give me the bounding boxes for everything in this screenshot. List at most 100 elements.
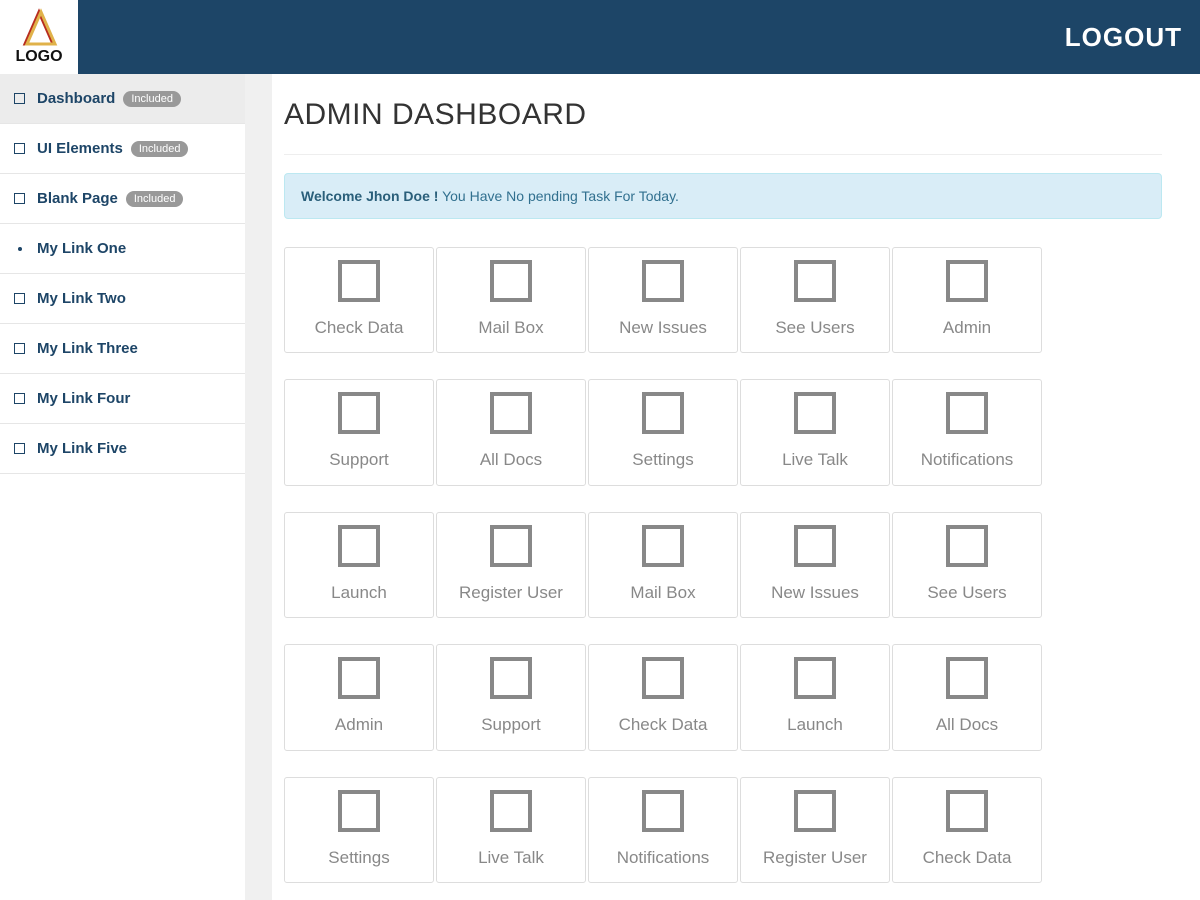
sidebar-item-my-link-five[interactable]: My Link Five (0, 424, 245, 474)
card-support[interactable]: Support (436, 644, 586, 750)
card-label: Notifications (617, 848, 710, 868)
card-label: Launch (331, 583, 387, 603)
card-all-docs[interactable]: All Docs (436, 379, 586, 485)
square-icon (794, 657, 836, 699)
sidebar-item-my-link-one[interactable]: My Link One (0, 224, 245, 274)
square-icon (338, 657, 380, 699)
card-check-data[interactable]: Check Data (588, 644, 738, 750)
card-grid: Check Data Mail Box New Issues See Users Adm… (284, 247, 1162, 900)
welcome-alert: Welcome Jhon Doe ! You Have No pending T… (284, 173, 1162, 219)
card-all-docs[interactable]: All Docs (892, 644, 1042, 750)
square-icon (642, 657, 684, 699)
sidebar-badge: Included (123, 91, 181, 107)
logo-text: LOGO (15, 48, 62, 66)
square-icon (14, 393, 25, 404)
card-label: Notifications (921, 450, 1014, 470)
card-label: Support (481, 715, 541, 735)
sidebar-badge: Included (131, 141, 189, 157)
square-icon (794, 525, 836, 567)
sidebar-item-blank-page[interactable]: Blank Page Included (0, 174, 245, 224)
card-support[interactable]: Support (284, 379, 434, 485)
card-see-users[interactable]: See Users (740, 247, 890, 353)
card-label: Settings (328, 848, 389, 868)
card-label: New Issues (771, 583, 859, 603)
square-icon (642, 260, 684, 302)
square-icon (14, 443, 25, 454)
sidebar-item-label: My Link Four (37, 390, 130, 407)
card-notifications[interactable]: Notifications (892, 379, 1042, 485)
square-icon (794, 392, 836, 434)
square-icon (642, 392, 684, 434)
card-check-data[interactable]: Check Data (892, 777, 1042, 883)
card-register-user[interactable]: Register User (740, 777, 890, 883)
square-icon (794, 790, 836, 832)
card-launch[interactable]: Launch (740, 644, 890, 750)
card-settings[interactable]: Settings (284, 777, 434, 883)
card-see-users[interactable]: See Users (892, 512, 1042, 618)
square-icon (490, 392, 532, 434)
square-icon (338, 790, 380, 832)
square-icon (490, 260, 532, 302)
card-label: Mail Box (630, 583, 695, 603)
card-label: Live Talk (478, 848, 544, 868)
sidebar-item-dashboard[interactable]: Dashboard Included (0, 74, 245, 124)
sidebar-item-my-link-four[interactable]: My Link Four (0, 374, 245, 424)
logo-icon (19, 8, 59, 48)
alert-text: You Have No pending Task For Today. (438, 188, 679, 204)
card-launch[interactable]: Launch (284, 512, 434, 618)
sidebar-badge: Included (126, 191, 184, 207)
card-label: Check Data (315, 318, 404, 338)
card-mail-box[interactable]: Mail Box (588, 512, 738, 618)
sidebar-item-label: My Link Three (37, 340, 138, 357)
card-label: Admin (943, 318, 991, 338)
square-icon (946, 392, 988, 434)
square-icon (338, 260, 380, 302)
card-live-talk[interactable]: Live Talk (740, 379, 890, 485)
card-label: Live Talk (782, 450, 848, 470)
card-label: Register User (459, 583, 563, 603)
card-check-data[interactable]: Check Data (284, 247, 434, 353)
square-icon (946, 525, 988, 567)
sidebar-item-my-link-two[interactable]: My Link Two (0, 274, 245, 324)
card-label: Check Data (619, 715, 708, 735)
card-mail-box[interactable]: Mail Box (436, 247, 586, 353)
card-label: Register User (763, 848, 867, 868)
card-notifications[interactable]: Notifications (588, 777, 738, 883)
card-admin[interactable]: Admin (284, 644, 434, 750)
logout-link[interactable]: LOGOUT (1065, 22, 1182, 53)
square-icon (794, 260, 836, 302)
card-label: Settings (632, 450, 693, 470)
sidebar-item-label: My Link One (37, 240, 126, 257)
card-label: Launch (787, 715, 843, 735)
sidebar-item-ui-elements[interactable]: UI ElementsIncluded (0, 124, 245, 174)
sidebar-item-label: Dashboard (37, 90, 115, 107)
logo[interactable]: LOGO (0, 0, 78, 74)
square-icon (946, 790, 988, 832)
card-label: Support (329, 450, 389, 470)
card-new-issues[interactable]: New Issues (588, 247, 738, 353)
square-icon (642, 790, 684, 832)
divider (284, 154, 1162, 155)
card-settings[interactable]: Settings (588, 379, 738, 485)
card-label: All Docs (480, 450, 542, 470)
topbar: LOGO LOGOUT (0, 0, 1200, 74)
square-icon (14, 93, 25, 104)
card-live-talk[interactable]: Live Talk (436, 777, 586, 883)
card-label: New Issues (619, 318, 707, 338)
square-icon (14, 293, 25, 304)
sidebar-item-label: Blank Page (37, 190, 118, 207)
sidebar-item-label: My Link Two (37, 290, 126, 307)
card-admin[interactable]: Admin (892, 247, 1042, 353)
card-label: Admin (335, 715, 383, 735)
sidebar-item-my-link-three[interactable]: My Link Three (0, 324, 245, 374)
main-content: ADMIN DASHBOARD Welcome Jhon Doe ! You H… (272, 74, 1200, 900)
card-label: All Docs (936, 715, 998, 735)
card-label: Mail Box (478, 318, 543, 338)
square-icon (14, 143, 25, 154)
card-new-issues[interactable]: New Issues (740, 512, 890, 618)
square-icon (14, 193, 25, 204)
square-icon (946, 657, 988, 699)
sidebar: DashboardIncludedUI ElementsIncludedBlan… (0, 74, 245, 900)
page-title: ADMIN DASHBOARD (284, 98, 1162, 132)
card-register-user[interactable]: Register User (436, 512, 586, 618)
